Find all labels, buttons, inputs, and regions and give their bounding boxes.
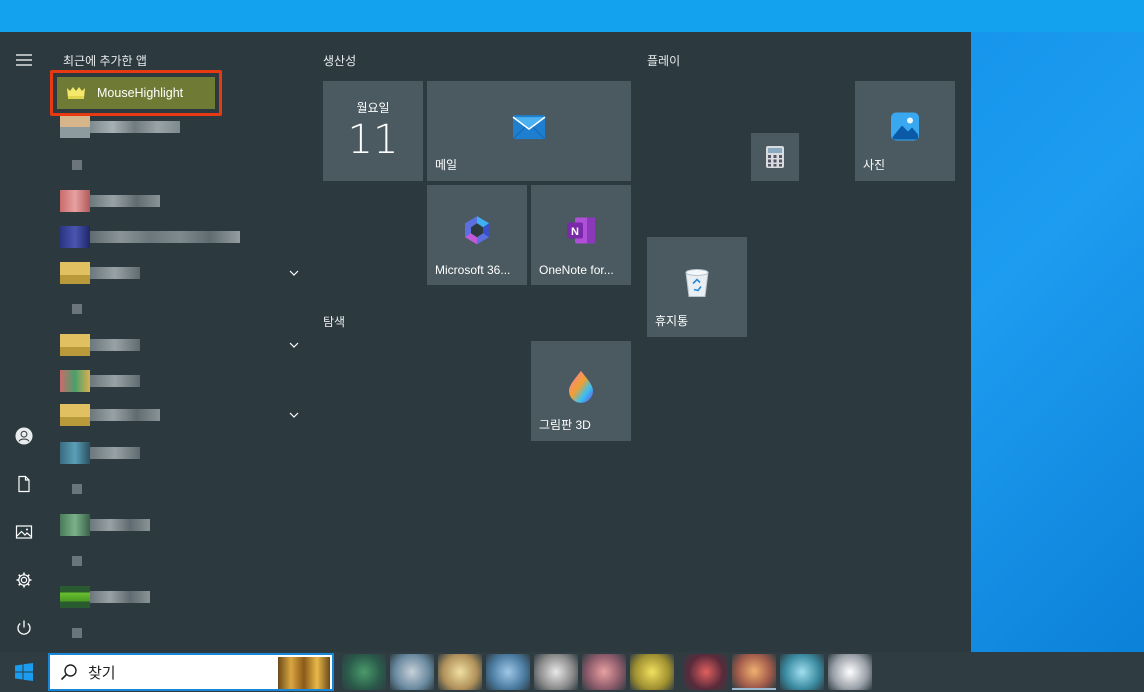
taskbar-app[interactable]	[390, 654, 434, 690]
start-menu-rail	[0, 32, 48, 652]
onenote-icon: N	[567, 217, 595, 244]
hamburger-button[interactable]	[8, 44, 40, 76]
app-list: 최근에 추가한 앱 MouseHighlight	[48, 32, 306, 652]
list-item-obscured-folder[interactable]	[60, 404, 160, 426]
list-item-obscured[interactable]	[60, 190, 160, 212]
tile-recycle-bin[interactable]: 휴지통	[647, 237, 747, 337]
list-item-obscured	[60, 622, 82, 644]
microsoft365-icon	[465, 216, 489, 245]
calendar-date: 11	[347, 117, 399, 163]
tile-label: 메일	[435, 158, 458, 172]
taskbar-app[interactable]	[630, 654, 674, 690]
list-item-obscured[interactable]	[60, 514, 150, 536]
group-header-explore: 탐색	[323, 315, 346, 329]
list-item-obscured	[60, 298, 82, 320]
list-item-obscured-folder[interactable]	[60, 262, 140, 284]
taskbar-app[interactable]	[438, 654, 482, 690]
chevron-down-icon[interactable]	[288, 267, 300, 279]
documents-button[interactable]	[8, 468, 40, 500]
document-icon	[18, 475, 30, 493]
taskbar-search-box[interactable]: 찾기	[48, 653, 334, 691]
taskbar-app[interactable]	[534, 654, 578, 690]
tile-onenote[interactable]: N OneNote for...	[531, 185, 631, 285]
windows-logo-icon	[15, 663, 33, 681]
group-header-productivity: 생산성	[323, 54, 357, 68]
photos-icon	[891, 112, 919, 141]
search-icon	[60, 664, 77, 681]
tile-label: 휴지통	[655, 314, 689, 328]
taskbar-app[interactable]	[732, 654, 776, 690]
taskbar-app[interactable]	[486, 654, 530, 690]
start-menu: 최근에 추가한 앱 MouseHighlight 생산성 플레이 탐색 월요일 …	[0, 32, 971, 652]
settings-button[interactable]	[8, 564, 40, 596]
taskbar-app[interactable]	[342, 654, 386, 690]
mail-icon	[512, 115, 546, 140]
list-item-obscured[interactable]	[60, 586, 150, 608]
search-placeholder: 찾기	[88, 663, 116, 682]
tile-calendar[interactable]: 월요일 11	[323, 81, 423, 181]
pictures-icon	[15, 525, 33, 539]
pictures-button[interactable]	[8, 516, 40, 548]
chevron-down-icon[interactable]	[288, 339, 300, 351]
power-button[interactable]	[8, 612, 40, 644]
tile-mail[interactable]: 메일	[427, 81, 631, 181]
list-item-obscured	[60, 478, 82, 500]
recently-added-header: 최근에 추가한 앱	[63, 54, 147, 68]
power-icon	[17, 620, 31, 635]
tile-label: 사진	[863, 158, 886, 172]
list-item-obscured[interactable]	[60, 116, 180, 138]
paint3d-icon	[569, 370, 593, 403]
search-highlight-image	[278, 657, 330, 689]
calculator-icon	[766, 146, 784, 168]
mousehighlight-icon	[67, 87, 85, 99]
taskbar-app[interactable]	[684, 654, 728, 690]
hamburger-icon	[16, 54, 32, 66]
taskbar: 찾기	[0, 652, 1144, 692]
tile-label: 그림판 3D	[539, 418, 591, 432]
taskbar-app[interactable]	[780, 654, 824, 690]
taskbar-app[interactable]	[828, 654, 872, 690]
list-item-obscured[interactable]	[60, 442, 140, 464]
tile-paint3d[interactable]: 그림판 3D	[531, 341, 631, 441]
tile-label: Microsoft 36...	[435, 263, 511, 277]
tile-photos[interactable]: 사진	[855, 81, 955, 181]
chevron-down-icon[interactable]	[288, 409, 300, 421]
start-button[interactable]	[0, 652, 48, 692]
list-item-obscured[interactable]	[60, 370, 140, 392]
list-item-obscured[interactable]	[60, 226, 240, 248]
tile-label: OneNote for...	[539, 263, 614, 277]
tile-calculator[interactable]	[751, 133, 799, 181]
list-item-obscured-folder[interactable]	[60, 334, 140, 356]
app-item-mousehighlight[interactable]: MouseHighlight	[50, 70, 222, 116]
calendar-day: 월요일	[356, 101, 390, 115]
group-header-play: 플레이	[647, 54, 681, 68]
desktop-background	[0, 0, 1144, 32]
app-item-label: MouseHighlight	[97, 86, 184, 100]
user-icon	[15, 427, 33, 445]
list-item-obscured	[60, 550, 82, 572]
list-item-obscured	[60, 154, 82, 176]
svg-text:N: N	[571, 226, 579, 238]
taskbar-app[interactable]	[582, 654, 626, 690]
tile-microsoft365[interactable]: Microsoft 36...	[427, 185, 527, 285]
user-account-button[interactable]	[8, 420, 40, 452]
recycle-bin-icon	[685, 269, 709, 297]
gear-icon	[16, 572, 32, 588]
